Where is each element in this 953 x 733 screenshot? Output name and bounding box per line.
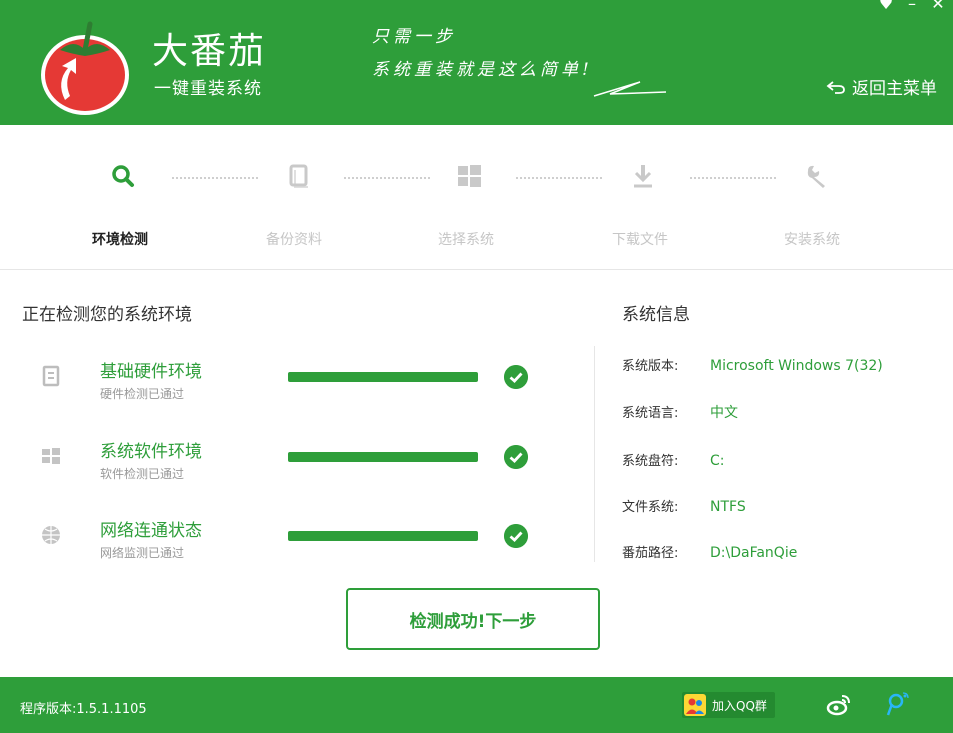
slogan-underline-stroke — [593, 81, 667, 97]
check-status: 软件检测已通过 — [100, 467, 185, 481]
app-header: 大番茄 一键重装系统 只需一步 系统重装就是这么简单! ♥ – ✕ 返回主菜单 — [0, 0, 953, 125]
slogan-line-1: 只需一步 — [372, 27, 456, 47]
qq-group-icon — [684, 694, 706, 716]
slogan-line-2: 系统重装就是这么简单! — [372, 60, 593, 80]
check-progress-bar — [288, 372, 478, 382]
info-value: D:\DaFanQie — [710, 545, 798, 561]
globe-icon — [42, 526, 60, 544]
info-key: 系统版本: — [622, 359, 679, 374]
next-step-button[interactable]: 检测成功!下一步 — [346, 588, 600, 650]
step-label: 选择系统 — [438, 232, 494, 248]
close-button[interactable]: ✕ — [931, 0, 945, 13]
check-progress-fill — [288, 372, 478, 382]
check-item-software: 系统软件环境 软件检测已通过 — [0, 437, 560, 497]
version-label: 程序版本:1.5.1.1105 — [20, 702, 147, 717]
brand-title: 大番茄 — [152, 31, 267, 72]
check-progress-bar — [288, 531, 478, 541]
check-status: 硬件检测已通过 — [100, 387, 185, 401]
window-controls: ♥ – ✕ — [879, 0, 945, 13]
weibo-icon[interactable] — [826, 692, 852, 718]
detection-title: 正在检测您的系统环境 — [22, 305, 192, 325]
tomato-logo-icon — [41, 21, 129, 115]
return-arrow-icon — [826, 80, 845, 94]
step-label: 下载文件 — [612, 232, 668, 248]
tencent-weibo-icon[interactable] — [884, 691, 910, 717]
check-status: 网络监测已通过 — [100, 546, 185, 560]
join-qq-group-button[interactable]: 加入QQ群 — [682, 692, 775, 718]
info-value: NTFS — [710, 499, 746, 515]
info-row-language: 系统语言: 中文 — [622, 402, 738, 422]
check-passed-icon — [504, 445, 528, 469]
info-key: 番茄路径: — [622, 546, 679, 561]
search-icon — [112, 165, 134, 187]
wrench-icon — [807, 165, 825, 188]
windows-icon — [42, 448, 60, 464]
back-to-menu-button[interactable]: 返回主菜单 — [826, 74, 937, 99]
check-name: 基础硬件环境 — [100, 362, 202, 382]
info-key: 文件系统: — [622, 500, 679, 515]
windows-icon — [458, 165, 481, 187]
info-value: 中文 — [710, 405, 738, 421]
step-connector — [344, 177, 430, 179]
step-label: 环境检测 — [92, 232, 148, 248]
brand-subtitle: 一键重装系统 — [154, 79, 262, 99]
step-connector — [172, 177, 258, 179]
check-passed-icon — [504, 365, 528, 389]
check-name: 网络连通状态 — [100, 521, 202, 541]
qq-group-label: 加入QQ群 — [712, 698, 767, 713]
info-row-path: 番茄路径: D:\DaFanQie — [622, 542, 797, 561]
info-key: 系统盘符: — [622, 454, 679, 469]
step-progress: 环境检测 备份资料 选择系统 下载文件 安装系统 — [0, 125, 953, 270]
minimize-button[interactable]: – — [905, 0, 919, 13]
info-row-version: 系统版本: Microsoft Windows 7(32) — [622, 355, 883, 374]
step-label: 安装系统 — [784, 232, 840, 248]
skin-icon[interactable]: ♥ — [879, 0, 893, 13]
check-progress-fill — [288, 452, 478, 462]
check-name: 系统软件环境 — [100, 442, 202, 462]
info-value: C: — [710, 453, 725, 469]
system-info-title: 系统信息 — [622, 305, 690, 325]
download-icon — [634, 165, 652, 188]
check-item-hardware: 基础硬件环境 硬件检测已通过 — [0, 357, 560, 417]
info-row-drive: 系统盘符: C: — [622, 450, 725, 469]
step-connector — [690, 177, 776, 179]
hardware-icon — [42, 365, 60, 387]
check-progress-fill — [288, 531, 478, 541]
info-key: 系统语言: — [622, 406, 679, 421]
step-connector — [516, 177, 602, 179]
app-footer: 程序版本:1.5.1.1105 加入QQ群 — [0, 677, 953, 733]
panel-divider — [594, 346, 595, 562]
info-row-filesystem: 文件系统: NTFS — [622, 496, 746, 515]
back-menu-label: 返回主菜单 — [852, 79, 937, 99]
step-label: 备份资料 — [266, 232, 322, 248]
info-value: Microsoft Windows 7(32) — [710, 358, 883, 374]
copy-icon — [289, 164, 308, 188]
check-passed-icon — [504, 524, 528, 548]
check-item-network: 网络连通状态 网络监测已通过 — [0, 516, 560, 576]
check-progress-bar — [288, 452, 478, 462]
